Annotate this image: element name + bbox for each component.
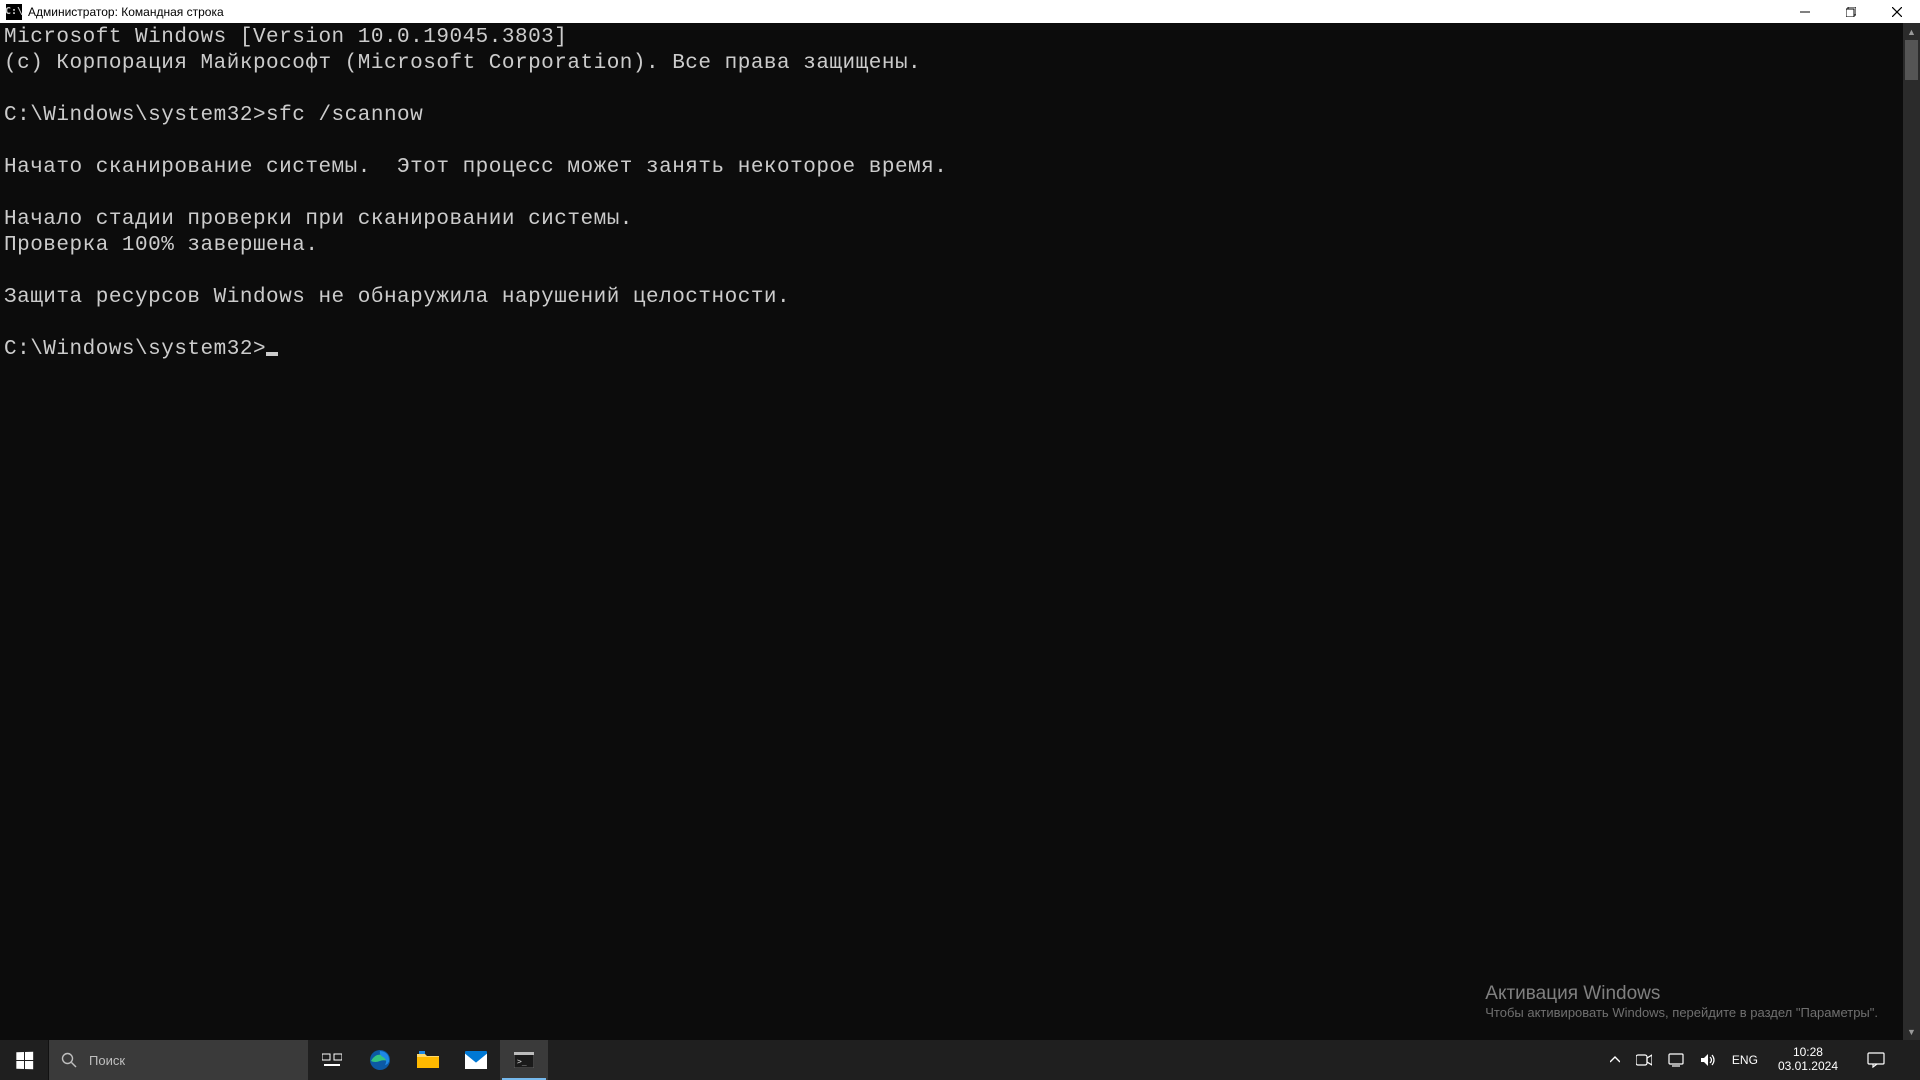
network-icon [1668,1053,1684,1067]
watermark-subtitle: Чтобы активировать Windows, перейдите в … [1485,1005,1878,1020]
system-tray: ENG 10:28 03.01.2024 [1602,1040,1920,1080]
meet-now-icon [1636,1053,1652,1067]
clock-time: 10:28 [1793,1046,1823,1060]
terminal-line: Проверка 100% завершена. [4,234,318,257]
volume-icon [1700,1053,1716,1067]
taskbar-app-explorer[interactable] [404,1040,452,1080]
tray-network[interactable] [1664,1040,1688,1080]
window-titlebar[interactable]: C:\ Администратор: Командная строка [0,0,1920,23]
folder-icon [417,1051,439,1069]
window-title: Администратор: Командная строка [28,5,224,19]
scroll-thumb[interactable] [1905,40,1918,80]
terminal-line: Начало стадии проверки при сканировании … [4,208,633,231]
taskbar: Поиск [0,1040,1920,1080]
task-view-button[interactable] [308,1040,356,1080]
clock-date: 03.01.2024 [1778,1060,1838,1074]
svg-text:>_: >_ [517,1057,527,1066]
terminal-area: Microsoft Windows [Version 10.0.19045.38… [0,23,1920,1040]
mail-icon [465,1051,487,1069]
minimize-button[interactable] [1782,0,1828,23]
terminal-cursor [266,352,278,356]
start-button[interactable] [0,1040,48,1080]
taskbar-clock[interactable]: 10:28 03.01.2024 [1770,1046,1846,1074]
restore-icon [1846,7,1856,17]
task-view-icon [322,1052,342,1068]
notification-icon [1867,1052,1885,1068]
terminal-line: (c) Корпорация Майкрософт (Microsoft Cor… [4,52,921,75]
terminal-line: Microsoft Windows [Version 10.0.19045.38… [4,26,567,49]
activation-watermark: Активация Windows Чтобы активировать Win… [1485,983,1878,1020]
tray-volume[interactable] [1696,1040,1720,1080]
search-placeholder: Поиск [89,1053,125,1068]
terminal-line: Защита ресурсов Windows не обнаружила на… [4,286,790,309]
tray-language[interactable]: ENG [1728,1040,1762,1080]
terminal-line: C:\Windows\system32>sfc /scannow [4,104,423,127]
close-button[interactable] [1874,0,1920,23]
terminal-icon: >_ [514,1052,534,1068]
minimize-icon [1800,7,1810,17]
edge-icon [369,1049,391,1071]
scroll-down-button[interactable]: ▼ [1903,1023,1920,1040]
windows-logo-icon [16,1051,33,1069]
action-center-button[interactable] [1854,1052,1898,1068]
cmd-app-icon: C:\ [6,4,22,20]
terminal-output[interactable]: Microsoft Windows [Version 10.0.19045.38… [0,23,1903,1040]
chevron-up-icon [1610,1055,1620,1065]
language-indicator: ENG [1732,1053,1758,1067]
taskbar-app-edge[interactable] [356,1040,404,1080]
vertical-scrollbar[interactable]: ▲ ▼ [1903,23,1920,1040]
terminal-line: C:\Windows\system32> [4,338,266,361]
maximize-button[interactable] [1828,0,1874,23]
watermark-title: Активация Windows [1485,983,1878,1005]
scroll-up-button[interactable]: ▲ [1903,23,1920,40]
taskbar-app-cmd[interactable]: >_ [500,1040,548,1080]
terminal-line: Начато сканирование системы. Этот процес… [4,156,947,179]
tray-overflow-button[interactable] [1606,1040,1624,1080]
taskbar-search[interactable]: Поиск [48,1040,308,1080]
search-icon [61,1052,77,1068]
close-icon [1892,7,1902,17]
tray-meet-now[interactable] [1632,1040,1656,1080]
taskbar-app-mail[interactable] [452,1040,500,1080]
